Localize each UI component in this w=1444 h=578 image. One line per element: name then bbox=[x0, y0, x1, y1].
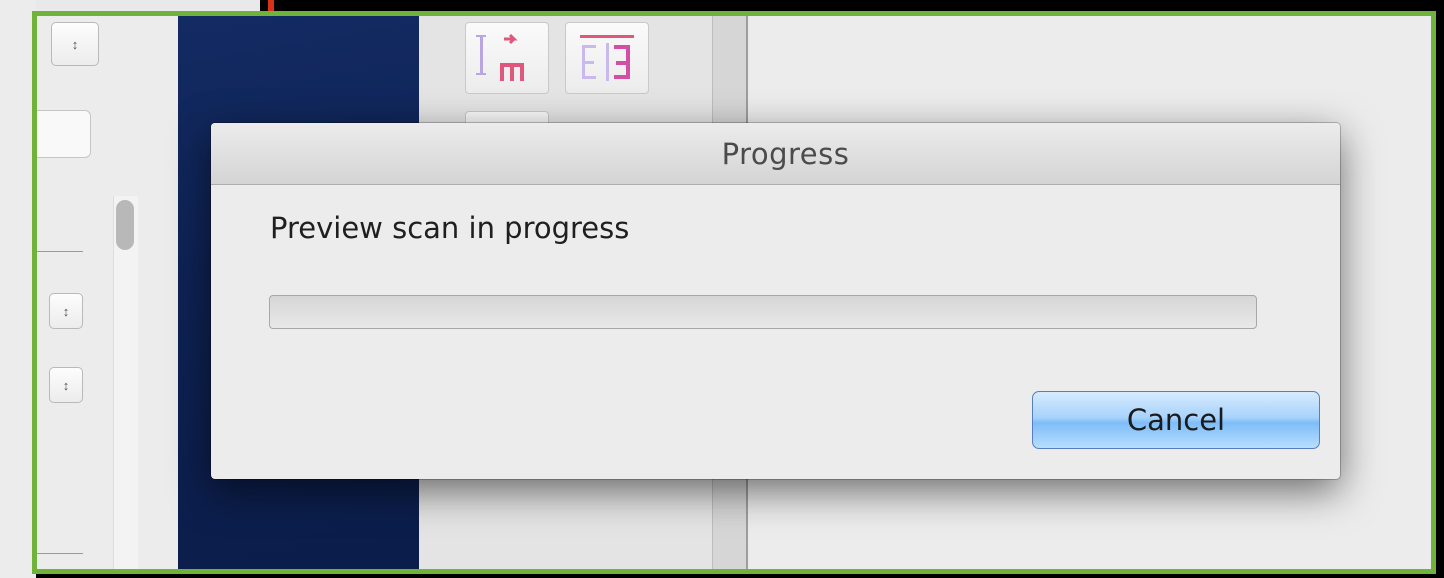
stepper-2[interactable]: ↕ bbox=[49, 293, 83, 329]
settings-field[interactable] bbox=[37, 110, 91, 158]
mirror-split-button[interactable] bbox=[565, 22, 649, 94]
settings-scrollbar-thumb[interactable] bbox=[116, 200, 134, 250]
mirror-split-icon bbox=[580, 35, 634, 81]
settings-divider bbox=[37, 553, 83, 554]
settings-divider bbox=[37, 251, 83, 252]
settings-scrollbar-track[interactable] bbox=[113, 196, 138, 569]
stepper-arrows-icon: ↕ bbox=[62, 303, 70, 319]
outer-left-strip bbox=[0, 0, 36, 578]
stepper-arrows-icon: ↕ bbox=[71, 36, 79, 52]
progress-message: Preview scan in progress bbox=[270, 211, 630, 245]
rotate-crop-icon bbox=[476, 33, 524, 81]
progress-dialog: Progress Preview scan in progress Cancel bbox=[211, 123, 1340, 479]
scan-settings-panel: ↕ ↕ ↕ bbox=[37, 16, 177, 569]
highlight-frame: ↕ ↕ ↕ Progress Preview scan in progress … bbox=[32, 11, 1436, 574]
stepper-1[interactable]: ↕ bbox=[51, 22, 99, 66]
dialog-titlebar[interactable]: Progress bbox=[211, 123, 1340, 185]
screenshot-stage: ↕ ↕ ↕ Progress Preview scan in progress … bbox=[0, 0, 1444, 578]
dialog-title: Progress bbox=[721, 136, 850, 171]
cancel-button[interactable]: Cancel bbox=[1032, 391, 1320, 449]
stepper-arrows-icon: ↕ bbox=[62, 377, 70, 393]
progress-bar bbox=[269, 295, 1257, 329]
rotate-crop-button[interactable] bbox=[465, 22, 549, 94]
stepper-3[interactable]: ↕ bbox=[49, 367, 83, 403]
